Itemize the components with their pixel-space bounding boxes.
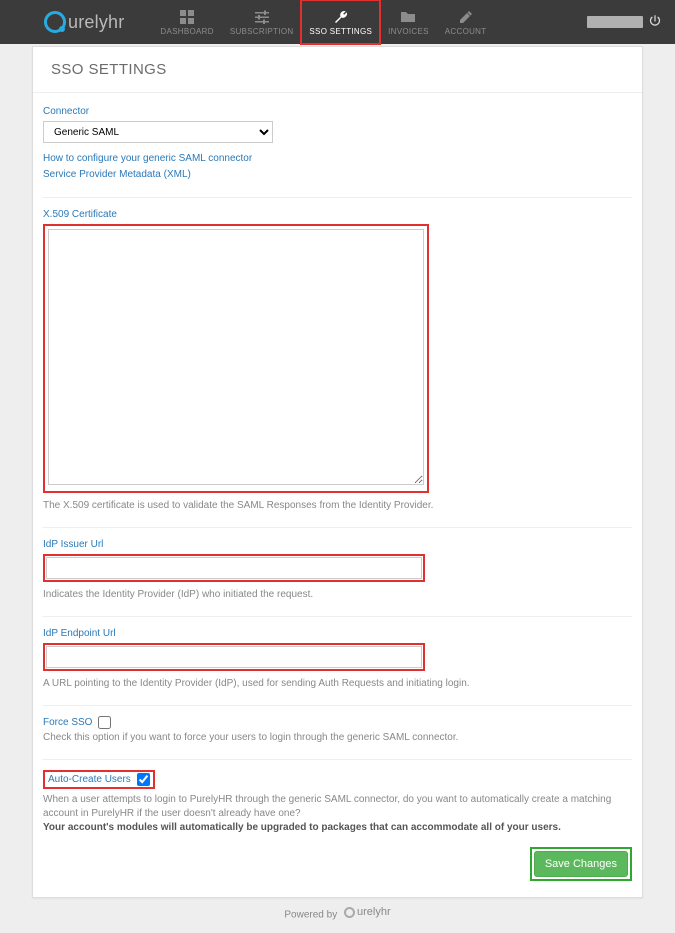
nav-invoices-label: INVOICES [388,27,429,36]
brand-logo[interactable]: urelyhr [44,11,124,33]
endpoint-input[interactable] [46,646,422,668]
link-sp-metadata[interactable]: Service Provider Metadata (XML) [43,167,632,183]
nav-account[interactable]: ACCOUNT [437,0,495,44]
auto-create-checkbox[interactable] [137,773,150,786]
footer-brand-text: urelyhr [357,906,391,918]
sliders-icon [254,9,270,25]
issuer-section: IdP Issuer Url Indicates the Identity Pr… [43,538,632,602]
auto-create-section: Auto-Create Users When a user attempts t… [43,770,632,835]
auto-create-label: Auto-Create Users [48,774,131,785]
logout-button[interactable] [649,15,661,30]
force-sso-checkbox[interactable] [98,716,111,729]
topbar: urelyhr DASHBOARD SUBSCRIPTION SSO SETTI… [0,0,675,44]
nav-dashboard[interactable]: DASHBOARD [152,0,221,44]
auto-create-hint2: Your account's modules will automaticall… [43,821,632,835]
actions-row: Save Changes [43,847,632,881]
nav-dashboard-label: DASHBOARD [160,27,213,36]
footer-powered: Powered by [284,910,337,921]
cert-textarea[interactable] [48,229,424,485]
power-icon [649,15,661,27]
save-button[interactable]: Save Changes [534,851,628,877]
user-menu[interactable] [587,16,643,28]
issuer-hint: Indicates the Identity Provider (IdP) wh… [43,588,632,602]
auto-create-hint1: When a user attempts to login to PurelyH… [43,793,632,821]
nav-invoices[interactable]: INVOICES [380,0,437,44]
footer-ring-icon [344,907,355,918]
wrench-icon [333,9,349,25]
topbar-right [587,15,661,30]
nav-subscription-label: SUBSCRIPTION [230,27,294,36]
edit-icon [458,9,474,25]
issuer-input[interactable] [46,557,422,579]
connector-select[interactable]: Generic SAML [43,121,273,143]
page-title: SSO SETTINGS [33,47,642,93]
nav-account-label: ACCOUNT [445,27,487,36]
force-sso-section: Force SSO Check this option if you want … [43,716,632,745]
footer-brand: urelyhr [344,906,391,918]
nav-sso-label: SSO SETTINGS [309,27,372,36]
brand-text: urelyhr [68,12,124,33]
nav-sso-settings[interactable]: SSO SETTINGS [301,0,380,44]
cert-label: X.509 Certificate [43,209,117,220]
footer: Powered by urelyhr [32,898,643,921]
logo-ring-icon [44,11,66,33]
endpoint-hint: A URL pointing to the Identity Provider … [43,677,632,691]
cert-hint: The X.509 certificate is used to validat… [43,499,632,513]
folder-icon [400,9,416,25]
page-container: SSO SETTINGS Connector Generic SAML How … [0,46,675,933]
connector-label: Connector [43,106,89,117]
nav-subscription[interactable]: SUBSCRIPTION [222,0,302,44]
issuer-label: IdP Issuer Url [43,539,103,550]
primary-nav: DASHBOARD SUBSCRIPTION SSO SETTINGS INVO… [152,0,494,44]
cert-section: X.509 Certificate The X.509 certificate … [43,208,632,513]
force-sso-label: Force SSO [43,717,92,728]
force-sso-hint: Check this option if you want to force y… [43,731,632,745]
settings-panel: SSO SETTINGS Connector Generic SAML How … [32,46,643,898]
endpoint-section: IdP Endpoint Url A URL pointing to the I… [43,627,632,691]
connector-section: Connector Generic SAML How to configure … [43,105,632,183]
link-configure-connector[interactable]: How to configure your generic SAML conne… [43,151,632,167]
panel-body: Connector Generic SAML How to configure … [33,93,642,897]
endpoint-label: IdP Endpoint Url [43,628,116,639]
grid-icon [179,9,195,25]
